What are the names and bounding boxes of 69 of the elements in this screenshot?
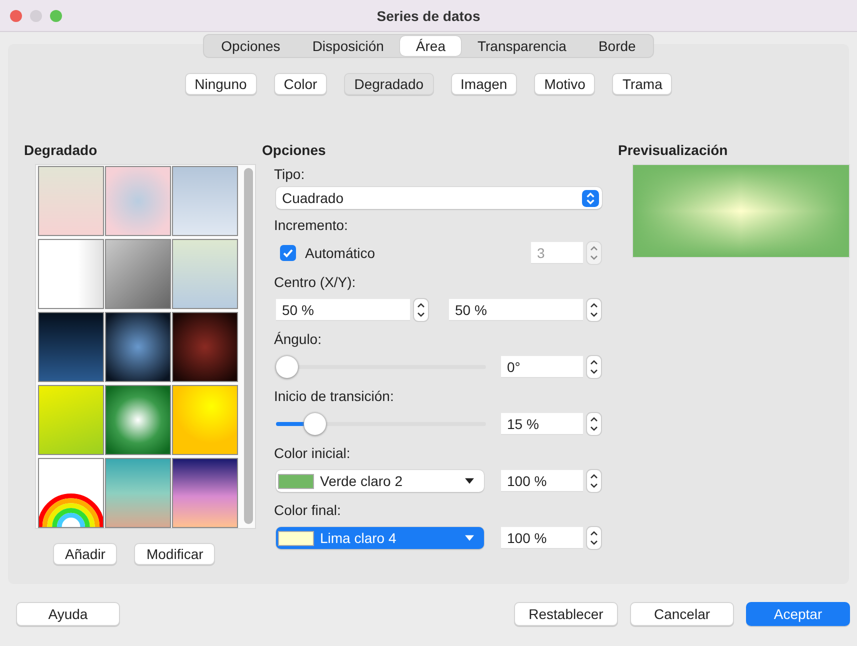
fill-type-button[interactable]: Color [274, 73, 328, 95]
caret-icon [465, 478, 474, 484]
fill-type-button[interactable]: Ninguno [184, 73, 257, 95]
center-x-field[interactable]: 50 % [276, 299, 410, 321]
gradient-swatch[interactable] [38, 312, 104, 382]
gradient-swatch[interactable] [105, 385, 171, 455]
gradient-swatch[interactable] [105, 239, 171, 309]
tab[interactable]: Borde [582, 36, 652, 56]
value-field[interactable]: 0° [501, 356, 583, 378]
gradient-swatch[interactable] [105, 458, 171, 528]
tab[interactable]: Disposición [296, 36, 400, 56]
gradient-swatch[interactable] [172, 385, 238, 455]
field-label: Ángulo: [274, 331, 322, 348]
tab[interactable]: Área [400, 36, 462, 56]
field-label: Inicio de transición: [274, 388, 395, 405]
dialog-button[interactable]: Cancelar [630, 602, 734, 626]
scrollbar[interactable] [244, 168, 253, 524]
slider-track[interactable] [276, 356, 486, 378]
section-heading: Previsualización [618, 142, 729, 158]
gradient-swatch[interactable] [105, 312, 171, 382]
field-label: Tipo: [274, 166, 306, 183]
fill-type-button[interactable]: Degradado [344, 73, 434, 95]
spin-buttons[interactable] [586, 469, 602, 493]
gradient-swatch[interactable] [105, 166, 171, 236]
gradient-swatch[interactable] [38, 385, 104, 455]
color-dropdown[interactable]: Lima claro 4 [276, 527, 484, 549]
help-button[interactable]: Ayuda [16, 602, 120, 626]
gradient-swatch[interactable] [38, 458, 104, 528]
gradient-swatch[interactable] [38, 239, 104, 309]
spin-buttons[interactable] [586, 355, 602, 379]
center-y-field[interactable]: 50 % [449, 299, 583, 321]
caret-icon [465, 535, 474, 541]
spin-buttons[interactable] [586, 526, 602, 550]
field-label: Color final: [274, 502, 342, 519]
percent-field[interactable]: 100 % [501, 470, 583, 492]
spin-buttons[interactable] [586, 412, 602, 436]
field-label: Incremento: [274, 217, 349, 234]
gradient-swatch[interactable] [172, 239, 238, 309]
value-field[interactable]: 15 % [501, 413, 583, 435]
spin-buttons[interactable] [586, 298, 602, 322]
fill-type-button[interactable]: Imagen [450, 73, 518, 95]
gradient-swatch[interactable] [38, 166, 104, 236]
zoom-button[interactable] [50, 10, 62, 22]
tab[interactable]: Opciones [205, 36, 296, 56]
checkbox-label: Automático [305, 245, 376, 261]
gradient-button[interactable]: Añadir [53, 543, 118, 565]
window-title: Series de datos [376, 8, 480, 24]
field-label: Centro (X/Y): [274, 274, 357, 291]
slider-thumb[interactable] [304, 413, 326, 435]
dialog-button[interactable]: Aceptar [746, 602, 850, 626]
slider-track[interactable] [276, 413, 486, 435]
section-heading: Degradado [24, 142, 98, 158]
section-heading: Opciones [262, 142, 327, 158]
fill-type-button[interactable]: Trama [612, 73, 672, 95]
field-label: Color inicial: [274, 445, 352, 462]
gradient-button[interactable]: Modificar [134, 543, 216, 565]
close-button[interactable] [10, 10, 22, 22]
spin-buttons[interactable] [413, 298, 429, 322]
gradient-swatch[interactable] [172, 458, 238, 528]
gradient-swatch[interactable] [172, 312, 238, 382]
tab[interactable]: Transparencia [461, 36, 582, 56]
updown-arrows-icon [582, 190, 599, 206]
dialog-button[interactable]: Restablecer [514, 602, 618, 626]
gradient-swatch[interactable] [172, 166, 238, 236]
percent-field[interactable]: 100 % [501, 527, 583, 549]
color-dropdown[interactable]: Verde claro 2 [276, 470, 484, 492]
type-select[interactable]: Cuadrado [276, 187, 602, 209]
fill-type-button[interactable]: Motivo [534, 73, 596, 95]
slider-thumb[interactable] [276, 356, 298, 378]
